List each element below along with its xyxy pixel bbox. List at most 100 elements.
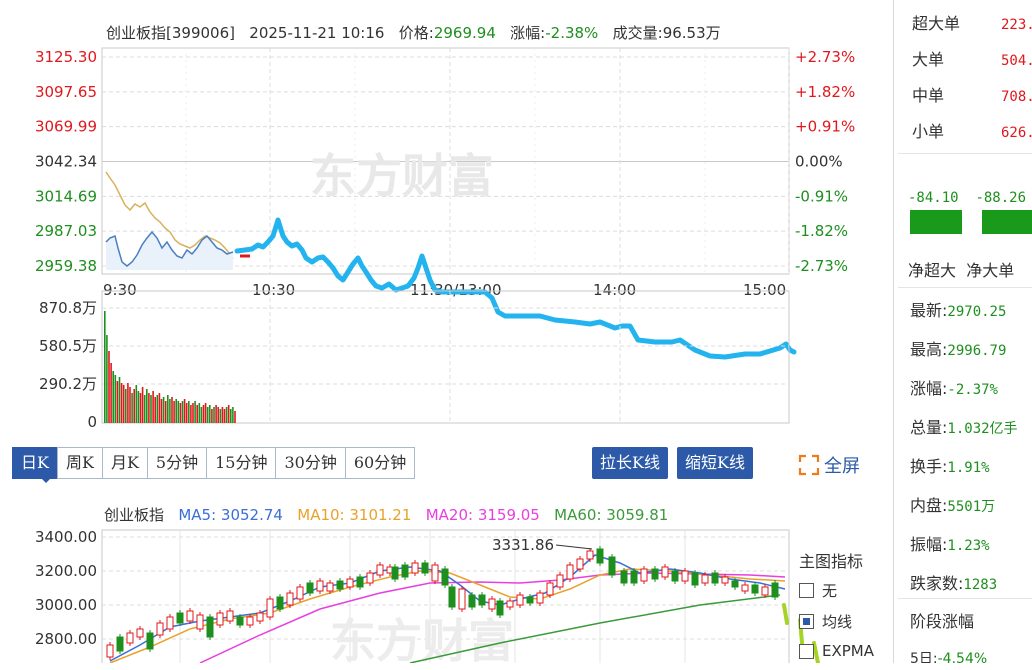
- volume-bar: [116, 381, 119, 423]
- indicator-option[interactable]: EXPMA: [799, 642, 874, 660]
- indicator-panel: 主图指标 无均线 EXPMA: [799, 548, 874, 670]
- kline-candle: [506, 600, 514, 608]
- kline-candle: [741, 584, 749, 592]
- indicator-checkbox[interactable]: [799, 643, 814, 659]
- volume-bar: [188, 401, 190, 423]
- volume-bar: [143, 395, 146, 423]
- period-change-5d: 5日:-4.54%: [910, 648, 987, 663]
- period-5d-value: -4.54%: [937, 651, 988, 663]
- kline-candle: [196, 614, 204, 630]
- volume-tick-label: 580.5万: [39, 337, 97, 355]
- indicator-option-label: 均线: [822, 613, 853, 631]
- volume-bar: [169, 399, 171, 423]
- period-tab[interactable]: 月K: [101, 447, 147, 479]
- stat-value: 1283: [963, 577, 998, 593]
- kline-candle: [556, 574, 564, 588]
- order-flow-label: 中单: [912, 86, 945, 105]
- kline-candle: [431, 564, 439, 582]
- period-tab[interactable]: 日K: [12, 447, 57, 479]
- kline-candle: [176, 612, 184, 624]
- kline-candle: [630, 570, 638, 584]
- ma10-legend: MA10: 3101.21: [297, 506, 412, 524]
- indicator-checkbox[interactable]: [799, 583, 814, 598]
- ma60-legend: MA60: 3059.81: [554, 506, 669, 524]
- pct-tick-label: +2.73%: [795, 48, 855, 66]
- net-super-large-bar: [910, 210, 962, 234]
- net-labels-row: 净超大 净大单: [908, 257, 1014, 281]
- pct-tick-label: -1.82%: [795, 222, 848, 240]
- price-tick-label: 3042.34: [35, 153, 97, 171]
- fullscreen-label: 全屏: [824, 456, 860, 477]
- kline-tick-label: 2800.00: [35, 630, 97, 648]
- price-tick-label: 3097.65: [35, 83, 97, 101]
- period-tab[interactable]: 60分钟: [344, 447, 416, 479]
- fullscreen-button[interactable]: 全屏: [798, 452, 860, 478]
- indicator-option[interactable]: 均线: [799, 611, 874, 632]
- kline-candle: [296, 586, 304, 600]
- kline-candle: [376, 564, 384, 576]
- kline-candle: [536, 592, 544, 604]
- volume-bar: [114, 375, 117, 423]
- stat-label: 振幅:: [910, 535, 948, 554]
- volume-bar: [179, 403, 182, 423]
- pct-tick-label: +1.82%: [795, 83, 855, 101]
- pct-tick-label: 0.00%: [795, 153, 843, 171]
- period-tab[interactable]: 5分钟: [146, 447, 207, 479]
- kline-candle: [496, 600, 504, 616]
- kline-tick-label: 3200.00: [35, 562, 97, 580]
- kline-candle: [691, 572, 699, 586]
- volume-bar: [160, 399, 163, 423]
- kline-candle: [186, 610, 194, 622]
- kline-candle: [206, 616, 214, 638]
- kline-legend: 创业板指 MA5: 3052.74 MA10: 3101.21 MA20: 31…: [104, 504, 668, 525]
- stat-label: 最新:: [910, 301, 948, 320]
- order-flow-row: 中单 708.: [912, 82, 1032, 106]
- order-flow-value: 223.: [1001, 17, 1032, 33]
- indicator-option[interactable]: 无: [799, 580, 874, 601]
- order-flow-row: 大单 504.: [912, 46, 1032, 70]
- volume-bar: [181, 401, 184, 423]
- stat-row: 最高:2996.79: [910, 336, 1006, 360]
- kline-chart[interactable]: 东方财富 3400.00 3200.00 3000.00 2800.00 3331.8…: [0, 525, 893, 663]
- volume-tick-label: 0: [87, 413, 97, 431]
- kline-candle: [441, 568, 449, 586]
- side-separator: [898, 153, 1032, 154]
- stretch-kline-button[interactable]: 拉长K线: [592, 447, 668, 479]
- kline-candle: [576, 558, 584, 570]
- shrink-kline-button[interactable]: 缩短K线: [677, 447, 753, 479]
- kline-candle: [516, 594, 524, 606]
- kline-candle: [751, 584, 759, 594]
- kline-candle: [336, 580, 344, 590]
- net-values-row: -84.10 -88.26: [908, 190, 1026, 206]
- intraday-chart[interactable]: 东方财富 3125.30 3097.65 3069.99 3042.34 3014.69…: [0, 0, 893, 440]
- side-divider: [893, 0, 894, 663]
- indicator-checkbox[interactable]: [799, 614, 814, 629]
- kline-candle: [236, 616, 244, 626]
- kline-candle: [701, 574, 709, 584]
- stat-value: 1.91%: [947, 460, 990, 476]
- stat-value: 2996.79: [947, 343, 1007, 359]
- volume-bar: [221, 407, 224, 423]
- time-tick-label: 9:30: [103, 281, 137, 299]
- kline-candle: [146, 632, 154, 650]
- price-tick-label: 3014.69: [35, 187, 97, 205]
- period-tab[interactable]: 30分钟: [275, 447, 345, 479]
- stat-row: 总量:1.032亿手: [910, 414, 1018, 438]
- time-tick-label: 14:00: [593, 281, 636, 299]
- ma5-legend: MA5: 3052.74: [178, 506, 283, 524]
- order-flow-value: 504.: [1001, 53, 1032, 69]
- order-flow-label: 大单: [912, 50, 945, 69]
- kline-candle: [246, 616, 254, 626]
- net-super-large-label: 净超大: [908, 261, 957, 280]
- kline-candle: [356, 576, 364, 588]
- volume-bar: [120, 383, 123, 423]
- volume-bar: [146, 389, 148, 423]
- volume-bar: [192, 403, 194, 423]
- kline-watermark: 东方财富: [330, 614, 514, 663]
- volume-bar: [141, 387, 144, 423]
- stat-row: 最新:2970.25: [910, 297, 1006, 321]
- volume-bar: [171, 397, 173, 423]
- kline-candle: [126, 632, 134, 644]
- period-tab[interactable]: 周K: [56, 447, 102, 479]
- period-tab[interactable]: 15分钟: [206, 447, 276, 479]
